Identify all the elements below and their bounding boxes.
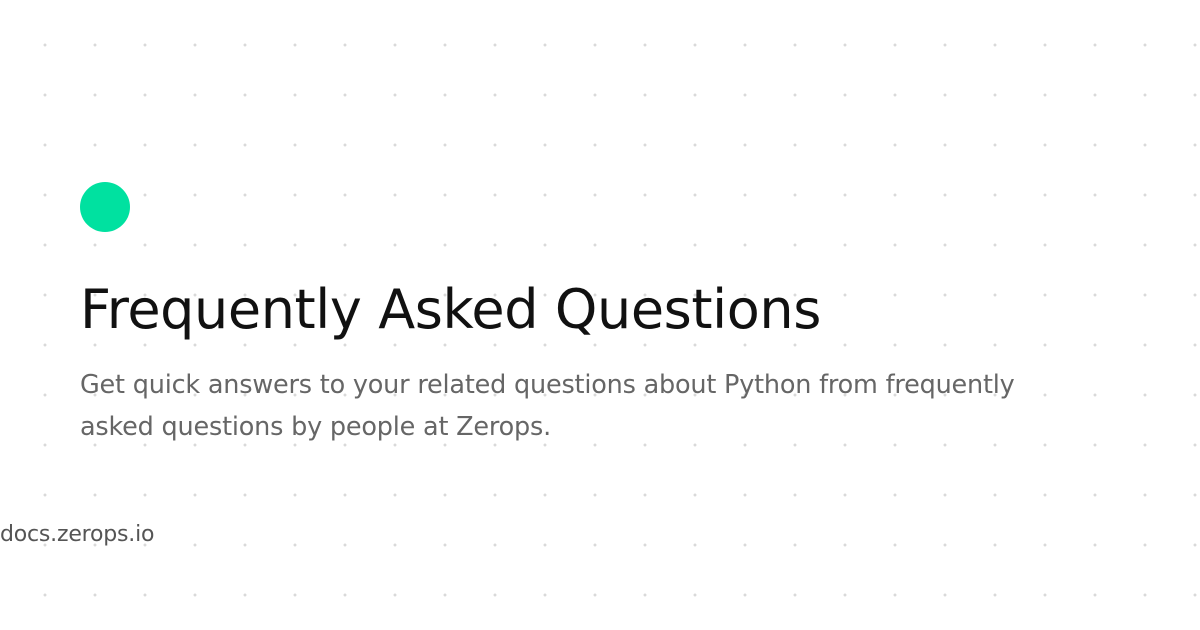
og-card: { "colors": { "accent": "#00E1A0", "titl… — [0, 0, 1200, 630]
page-subtitle: Get quick answers to your related questi… — [80, 370, 1015, 442]
brand-dot-icon — [80, 182, 130, 232]
site-domain: docs.zerops.io — [0, 522, 155, 547]
page-title: Frequently Asked Questions — [80, 278, 821, 341]
